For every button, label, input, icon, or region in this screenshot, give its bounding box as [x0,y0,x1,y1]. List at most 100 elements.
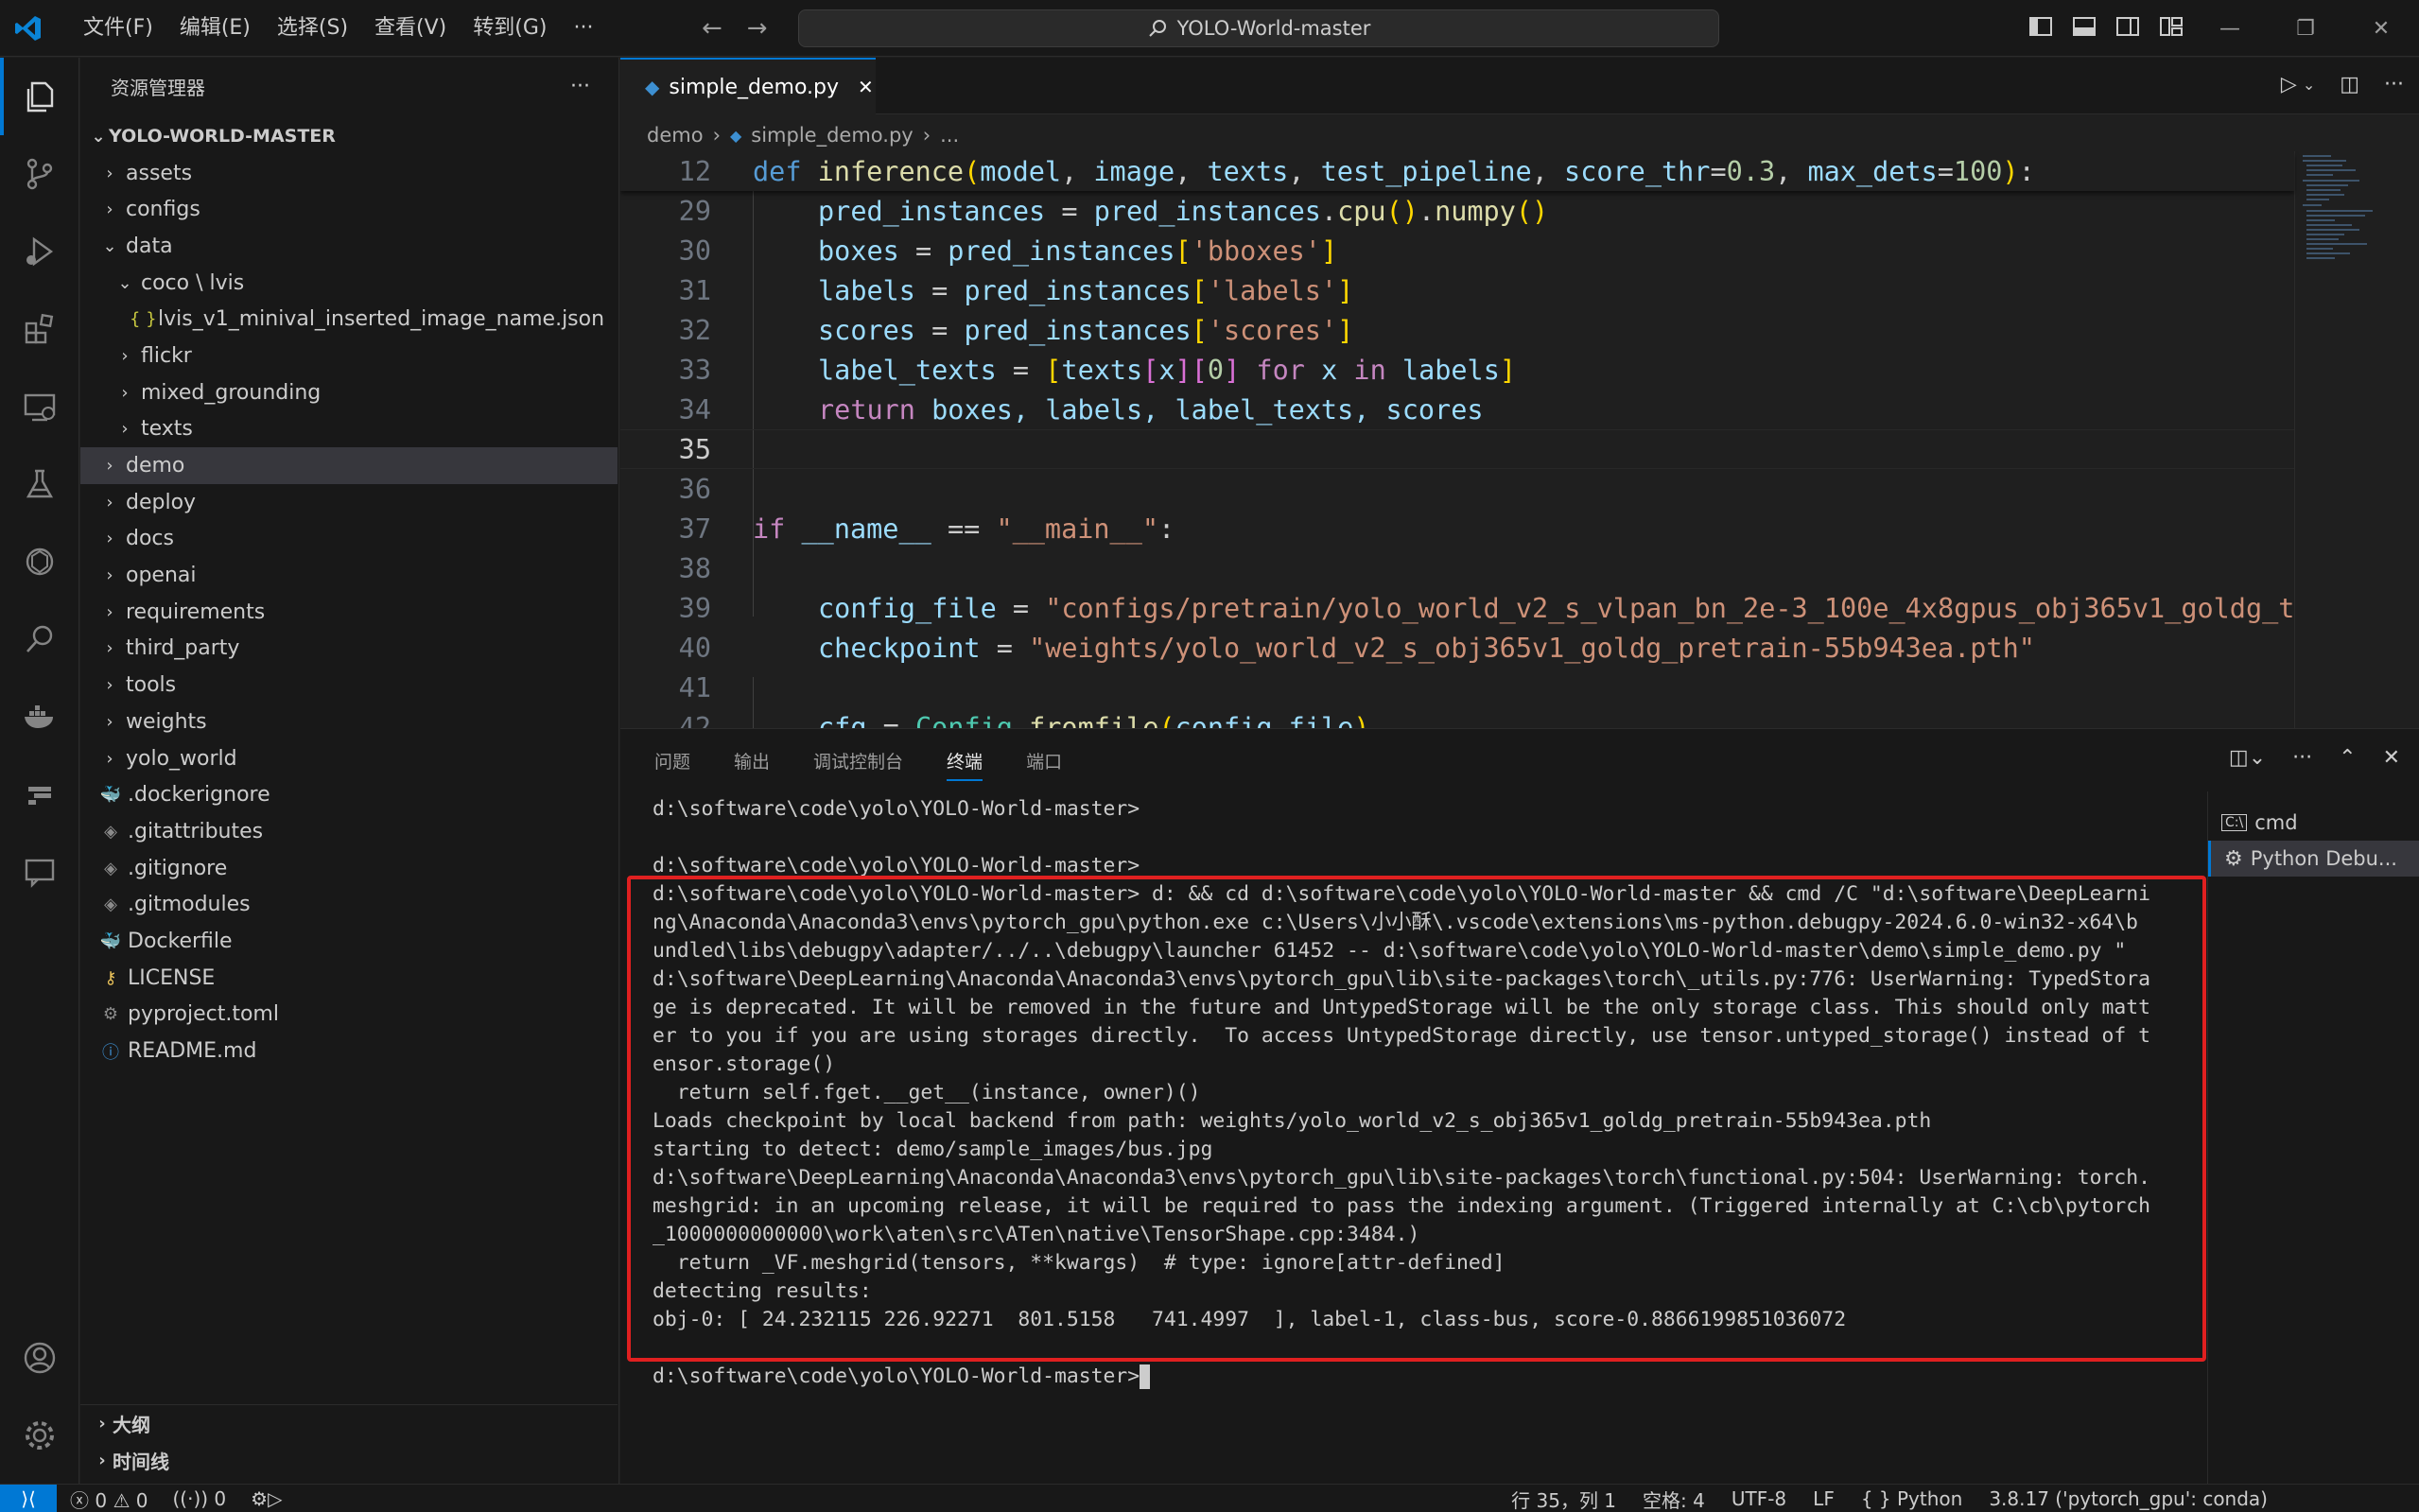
folder-tools[interactable]: › tools [80,667,618,704]
file-lvis-v1-minival-inserted-image-name-json[interactable]: { } lvis_v1_minival_inserted_image_name.j… [80,301,618,338]
code-line[interactable]: 37 if __name__ == "__main__": [620,509,2294,548]
close-window-icon[interactable]: ✕ [2343,0,2419,57]
folder-data[interactable]: ⌄ data [80,228,618,265]
folder-flickr[interactable]: › flickr [80,338,618,374]
menu-file[interactable]: 文件(F) [70,0,166,57]
accounts-icon[interactable] [0,1319,79,1397]
current-code-line[interactable]: 35 [620,429,2294,469]
breadcrumb-symbol[interactable]: ... [940,124,959,147]
file-gitattributes[interactable]: ◈ .gitattributes [80,813,618,850]
file-pyproject-toml[interactable]: ⚙ pyproject.toml [80,997,618,1034]
close-panel-icon[interactable]: ✕ [2383,746,2400,770]
extensions-icon[interactable] [0,290,79,368]
language-mode[interactable]: { } Python [1861,1487,1963,1510]
file-gitignore[interactable]: ◈ .gitignore [80,850,618,887]
code-line[interactable]: 40 checkpoint = "weights/yolo_world_v2_s… [620,628,2294,668]
explorer-root-folder[interactable]: ⌄ YOLO-WORLD-MASTER [80,118,618,155]
command-center[interactable]: YOLO-World-master [798,9,1719,47]
folder-assets[interactable]: › assets [80,155,618,192]
file-dockerignore[interactable]: 🐳 .dockerignore [80,776,618,813]
code-line[interactable]: 42 cfg = Config.fromfile(config_file) [620,707,2294,729]
indentation[interactable]: 空格: 4 [1643,1486,1705,1512]
problems-status[interactable]: ⓧ 0 ⚠ 0 [70,1486,148,1512]
toggle-secondary-sidebar-icon[interactable] [2114,13,2141,40]
ports-status[interactable]: ((·)) 0 [172,1487,226,1510]
restore-icon[interactable]: ❐ [2268,0,2343,57]
source-control-icon[interactable] [0,135,79,213]
code-line[interactable]: 39 config_file = "configs/pretrain/yolo_… [620,588,2295,628]
file-dockerfile[interactable]: 🐳 Dockerfile [80,923,618,960]
cursor-position[interactable]: 行 35，列 1 [1511,1486,1616,1512]
code-line[interactable]: 31 labels = pred_instances['labels'] [620,270,2294,310]
folder-yolo-world[interactable]: › yolo_world [80,740,618,777]
terminal-output[interactable]: d:\software\code\yolo\YOLO-World-master>… [620,795,2205,1486]
code-line[interactable]: 30 boxes = pred_instances['bboxes'] [620,231,2294,270]
folder-deploy[interactable]: › deploy [80,484,618,521]
back-arrow-icon[interactable]: ← [702,13,722,43]
azure-icon[interactable] [0,756,79,833]
file-readme-md[interactable]: ⓘ README.md [80,1033,618,1069]
code-line[interactable]: 41 [620,668,2294,707]
terminal-item-cmd[interactable]: C:\ cmd [2208,805,2419,841]
sticky-scroll-line[interactable]: 12 def inference(model, image, texts, te… [620,151,2294,191]
terminal-item-python-debug[interactable]: ⚙ Python Debu... [2208,841,2419,877]
code-line[interactable]: 36 [620,469,2294,509]
tab-debug-console[interactable]: 调试控制台 [813,748,903,773]
minimap[interactable] [2294,151,2400,728]
folder-openai[interactable]: › openai [80,557,618,594]
maximize-panel-icon[interactable]: ⌃ [2339,746,2356,770]
tab-terminal[interactable]: 终端 [947,748,983,781]
python-interpreter[interactable]: 3.8.17 ('pytorch_gpu': conda) [1989,1487,2268,1510]
folder-configs[interactable]: › configs [80,191,618,228]
breadcrumb-folder[interactable]: demo [647,124,704,147]
tab-output[interactable]: 输出 [734,748,770,773]
close-tab-icon[interactable]: ✕ [858,76,874,98]
folder-texts[interactable]: › texts [80,411,618,448]
remote-explorer-icon[interactable] [0,368,79,445]
code-line[interactable]: 34 return boxes, labels, label_texts, sc… [620,390,2294,429]
toggle-primary-sidebar-icon[interactable] [2027,13,2054,40]
code-line[interactable]: 33 label_texts = [texts[x][0] for x in l… [620,350,2294,390]
timeline-header[interactable]: › 时间线 [80,1442,618,1479]
search-view-icon[interactable] [0,600,79,678]
menu-view[interactable]: 查看(V) [361,0,460,57]
editor-more-icon[interactable]: ··· [2384,73,2404,97]
encoding[interactable]: UTF-8 [1732,1487,1786,1510]
folder-weights[interactable]: › weights [80,704,618,740]
file-license[interactable]: ⚷ LICENSE [80,960,618,997]
testing-icon[interactable] [0,445,79,523]
menu-selection[interactable]: 选择(S) [264,0,361,57]
minimize-icon[interactable]: — [2192,0,2268,57]
run-dropdown-icon[interactable]: ⌄ [2303,73,2315,97]
file-gitmodules[interactable]: ◈ .gitmodules [80,886,618,923]
explorer-more-icon[interactable]: ··· [570,75,590,98]
docker-icon[interactable] [0,678,79,756]
tab-ports[interactable]: 端口 [1026,748,1062,773]
folder-requirements[interactable]: › requirements [80,594,618,631]
split-editor-icon[interactable]: ◫ [2340,73,2359,97]
manage-gear-icon[interactable] [0,1397,79,1474]
outline-header[interactable]: › 大纲 [80,1405,618,1442]
menu-more[interactable]: ··· [560,0,606,57]
customize-layout-icon[interactable] [2158,13,2184,40]
split-terminal-icon[interactable]: ◫⌄ [2229,746,2266,770]
folder-demo[interactable]: › demo [80,447,618,484]
code-line[interactable]: 38 [620,548,2294,588]
folder-third-party[interactable]: › third_party [80,631,618,668]
explorer-icon[interactable] [0,58,79,135]
code-line[interactable]: 32 scores = pred_instances['scores'] [620,310,2294,350]
folder-docs[interactable]: › docs [80,521,618,558]
tab-simple-demo[interactable]: ◆ simple_demo.py ✕ [620,58,876,114]
run-file-icon[interactable]: ▷ [2281,73,2297,97]
menu-go[interactable]: 转到(G) [460,0,560,57]
breadcrumb-file[interactable]: simple_demo.py [751,124,913,147]
folder-coco-lvis[interactable]: ⌄ coco \ lvis [80,265,618,302]
debug-status-icon[interactable]: ⚙▷ [251,1487,282,1510]
remote-indicator-icon[interactable]: ⟩⟨ [0,1485,57,1512]
forward-arrow-icon[interactable]: → [747,13,768,43]
code-line[interactable]: 29 pred_instances = pred_instances.cpu()… [620,191,2294,231]
tab-problems[interactable]: 问题 [654,748,690,773]
panel-more-icon[interactable]: ··· [2292,746,2312,770]
chatgpt-icon[interactable] [0,523,79,600]
comments-icon[interactable] [0,833,79,911]
